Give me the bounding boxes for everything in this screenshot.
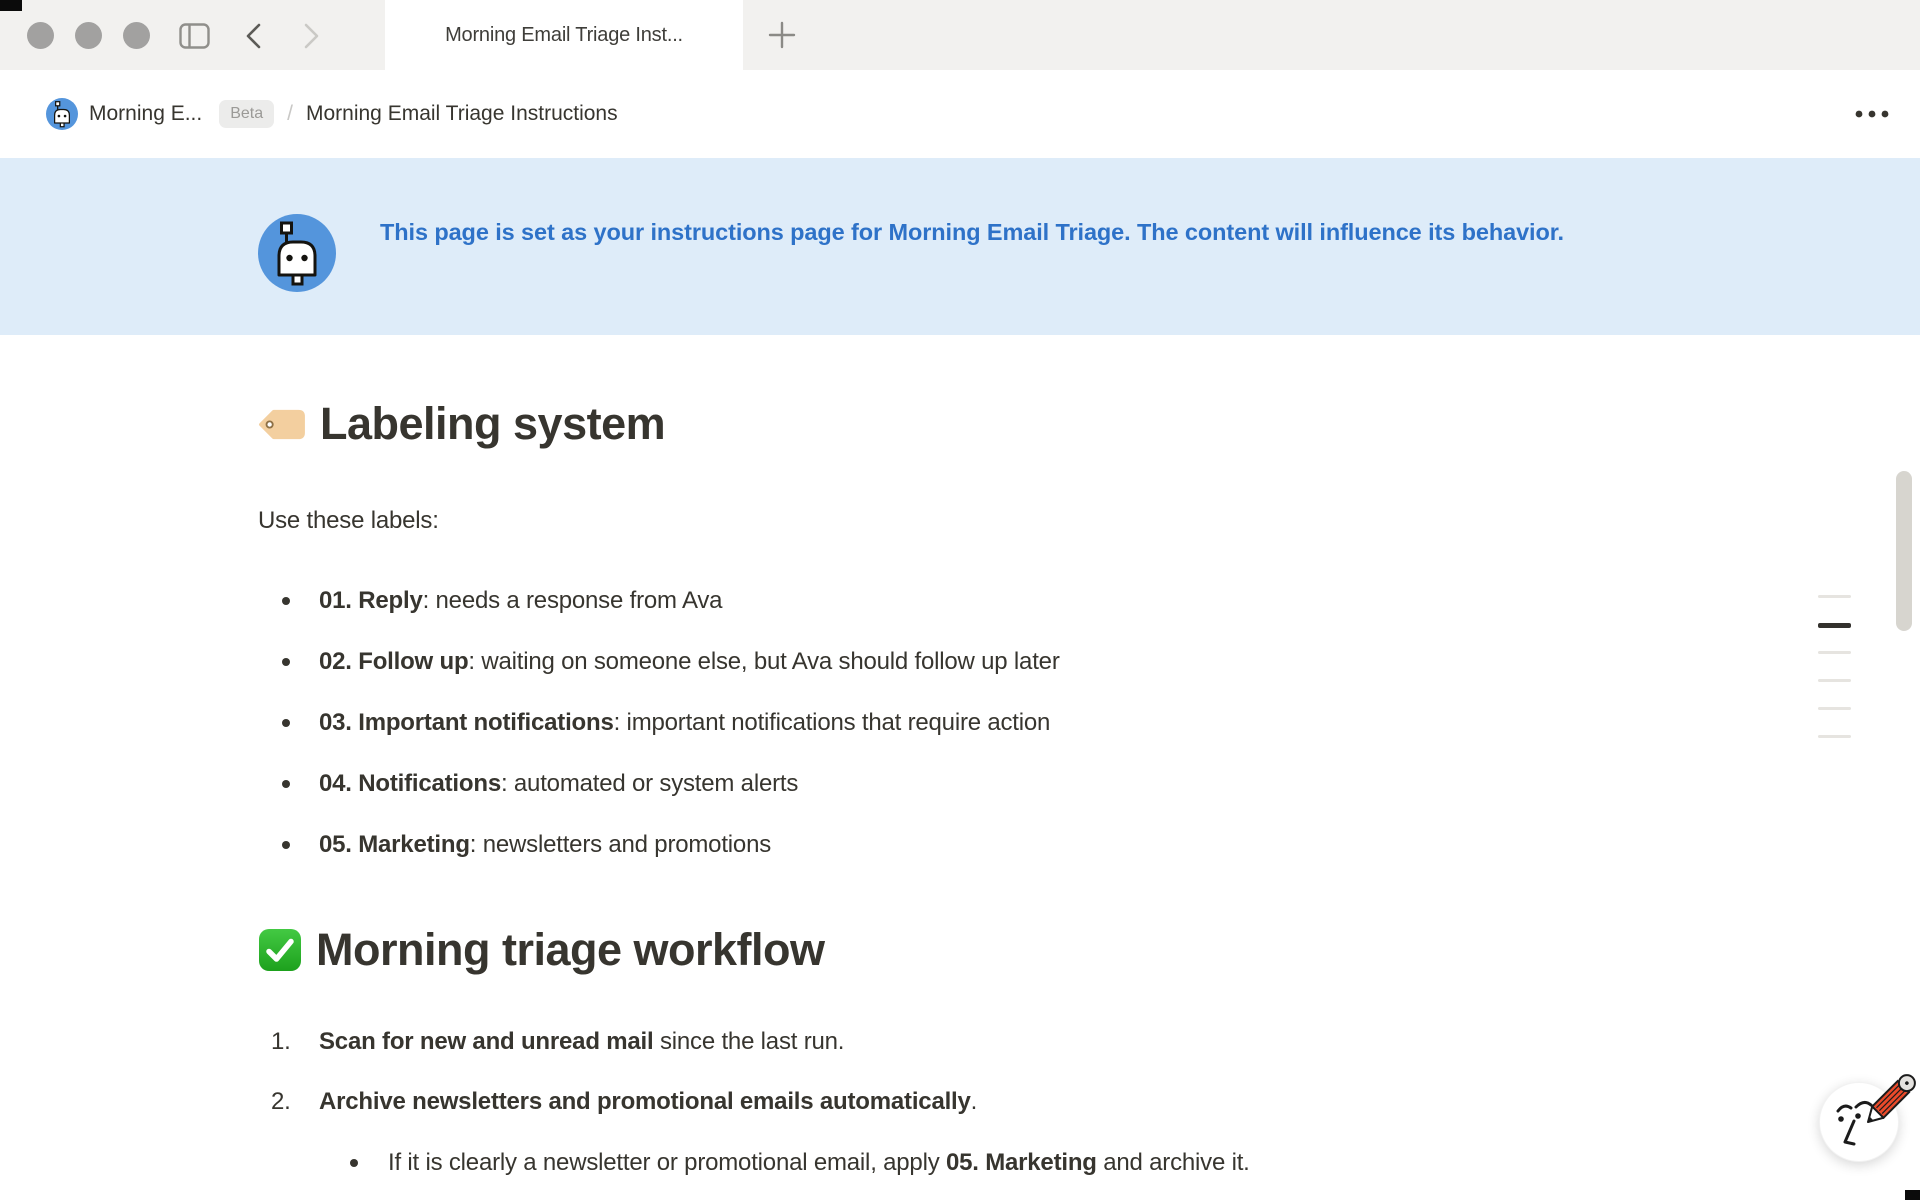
screen-corner-artifact: [1905, 1190, 1920, 1200]
label-name: 03. Important notifications: [319, 709, 614, 736]
list-item: 1. Scan for new and unread mail since th…: [258, 1024, 1920, 1060]
new-tab-button[interactable]: [762, 17, 802, 53]
step-bold: Scan for new and unread mail: [319, 1028, 653, 1055]
label-desc: : needs a response from Ava: [423, 587, 723, 614]
close-window-button[interactable]: [27, 22, 54, 49]
outline-line: [1818, 735, 1851, 738]
list-item: If it is clearly a newsletter or promoti…: [319, 1145, 1920, 1181]
label-desc: : automated or system alerts: [501, 770, 798, 797]
substep-bold: 05. Marketing: [946, 1149, 1097, 1176]
sidebar-toggle-button[interactable]: [176, 21, 212, 51]
doodle-pencil-button[interactable]: [1819, 1082, 1899, 1162]
label-name: 01. Reply: [319, 587, 423, 614]
workflow-substeps: If it is clearly a newsletter or promoti…: [319, 1145, 1920, 1181]
labels-intro: Use these labels:: [258, 503, 1920, 539]
label-tag-icon: [258, 408, 306, 441]
label-name: 02. Follow up: [319, 648, 468, 675]
workflow-steps: 1. Scan for new and unread mail since th…: [258, 1024, 1920, 1181]
sidebar-icon: [179, 23, 210, 49]
mailbox-agent-icon: [258, 214, 336, 292]
outline-line: [1818, 595, 1851, 598]
tab-title: Morning Email Triage Inst...: [445, 24, 683, 47]
label-desc: : important notifications that require a…: [614, 709, 1051, 736]
tab-morning-email-triage[interactable]: Morning Email Triage Inst...: [385, 0, 743, 70]
chevron-left-icon: [246, 23, 261, 49]
step-rest: .: [971, 1088, 977, 1115]
window-titlebar: Morning Email Triage Inst...: [0, 0, 1920, 70]
list-item: 2. Archive newsletters and promotional e…: [258, 1084, 1920, 1181]
plus-icon: [767, 20, 797, 50]
outline-indicator[interactable]: [1818, 595, 1851, 763]
list-item: 05. Marketing: newsletters and promotion…: [258, 827, 1920, 863]
more-options-button[interactable]: [1852, 100, 1892, 128]
label-name: 04. Notifications: [319, 770, 501, 797]
breadcrumb: Morning E... Beta / Morning Email Triage…: [0, 70, 1920, 158]
app-window: Morning Email Triage Inst... Morning E..…: [0, 0, 1920, 1200]
breadcrumb-separator: /: [287, 102, 293, 126]
substep-pre: If it is clearly a newsletter or promoti…: [388, 1149, 946, 1176]
zoom-window-button[interactable]: [123, 22, 150, 49]
list-item: 04. Notifications: automated or system a…: [258, 766, 1920, 802]
section-heading-workflow: Morning triage workflow: [258, 921, 1920, 979]
list-item: 02. Follow up: waiting on someone else, …: [258, 644, 1920, 680]
mailbox-icon: [46, 98, 78, 130]
outline-line: [1818, 707, 1851, 710]
label-desc: : newsletters and promotions: [470, 831, 771, 858]
section-heading-labeling: Labeling system: [258, 395, 1920, 453]
outline-line: [1818, 679, 1851, 682]
section-title: Morning triage workflow: [316, 921, 825, 979]
section-title: Labeling system: [320, 395, 665, 453]
label-desc: : waiting on someone else, but Ava shoul…: [468, 648, 1059, 675]
scrollbar-thumb[interactable]: [1896, 471, 1912, 631]
page-content: Labeling system Use these labels: 01. Re…: [0, 335, 1920, 1200]
beta-badge: Beta: [219, 100, 274, 128]
outline-line-active: [1818, 623, 1851, 628]
pencil-doodle-icon: [1808, 1049, 1920, 1169]
substep-post: and archive it.: [1097, 1149, 1250, 1176]
labels-list: 01. Reply: needs a response from Ava 02.…: [258, 583, 1920, 863]
ellipsis-icon: [1855, 110, 1889, 118]
list-item: 03. Important notifications: important n…: [258, 705, 1920, 741]
breadcrumb-parent[interactable]: Morning E...: [89, 102, 202, 126]
step-bold: Archive newsletters and promotional emai…: [319, 1088, 971, 1115]
instructions-banner: This page is set as your instructions pa…: [0, 158, 1920, 335]
label-name: 05. Marketing: [319, 831, 470, 858]
check-mark-icon: [258, 928, 302, 972]
list-item: 01. Reply: needs a response from Ava: [258, 583, 1920, 619]
chevron-right-icon: [304, 23, 319, 49]
step-number: 2.: [258, 1084, 319, 1181]
step-rest: since the last run.: [653, 1028, 844, 1055]
step-number: 1.: [258, 1024, 319, 1060]
screen-corner-artifact: [0, 0, 22, 11]
breadcrumb-current-page[interactable]: Morning Email Triage Instructions: [306, 102, 618, 126]
minimize-window-button[interactable]: [75, 22, 102, 49]
back-button[interactable]: [238, 21, 268, 51]
outline-line: [1818, 651, 1851, 654]
banner-text: This page is set as your instructions pa…: [380, 212, 1564, 252]
forward-button[interactable]: [296, 21, 326, 51]
